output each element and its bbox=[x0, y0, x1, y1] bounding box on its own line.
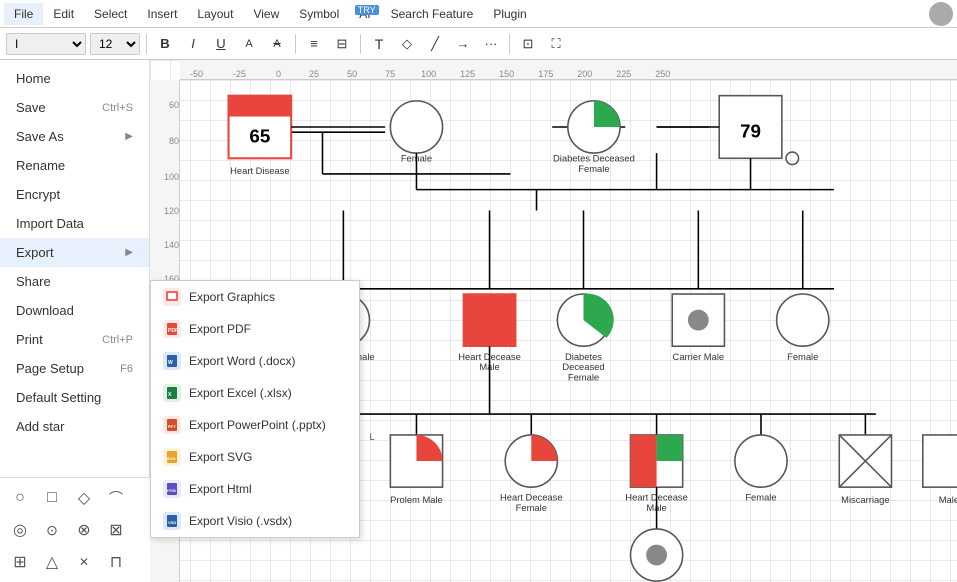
shape-x-square[interactable]: ⊠ bbox=[102, 516, 130, 544]
svg-text:Female: Female bbox=[578, 163, 609, 174]
svg-text:Deceased: Deceased bbox=[562, 361, 604, 372]
shape-double-arc[interactable]: ⊓ bbox=[102, 548, 130, 576]
font-family-select[interactable]: I bbox=[6, 33, 86, 55]
shape-arc[interactable]: ⌒ bbox=[102, 484, 130, 512]
menu-bar: File Edit Select Insert Layout View Symb… bbox=[0, 0, 957, 28]
underline-button[interactable]: U bbox=[209, 32, 233, 56]
svg-text:PDF: PDF bbox=[168, 328, 178, 334]
shape-circle[interactable]: ○ bbox=[6, 484, 34, 512]
export-visio-icon: VSD bbox=[163, 512, 181, 530]
fullscreen-button[interactable]: ⛶ bbox=[544, 32, 568, 56]
arrow-button[interactable]: → bbox=[451, 32, 475, 56]
shapes-panel: ○ □ ◇ ⌒ ◎ ⊙ ⊗ ⊠ ⊞ △ ✕ ⊓ bbox=[0, 477, 150, 582]
font-color-button[interactable]: A bbox=[237, 32, 261, 56]
toolbar: I 12 B I U A A ≡ ⊟ T ◇ ╱ → ··· ⊡ ⛶ bbox=[0, 28, 957, 60]
svg-text:Diabetes: Diabetes bbox=[565, 351, 602, 362]
file-menu-encrypt[interactable]: Encrypt bbox=[0, 180, 149, 209]
shape-diamond[interactable]: ◇ bbox=[70, 484, 98, 512]
export-word-item[interactable]: W Export Word (.docx) bbox=[151, 345, 359, 377]
menu-insert[interactable]: Insert bbox=[137, 3, 187, 25]
menu-layout[interactable]: Layout bbox=[187, 3, 243, 25]
svg-text:65: 65 bbox=[249, 126, 270, 147]
svg-text:Diabetes Deceased: Diabetes Deceased bbox=[553, 152, 635, 163]
more-button[interactable]: ··· bbox=[479, 32, 503, 56]
export-svg-item[interactable]: SVG Export SVG bbox=[151, 441, 359, 473]
export-html-item[interactable]: HTM Export Html bbox=[151, 473, 359, 505]
export-word-icon: W bbox=[163, 352, 181, 370]
export-pptx-icon: PPT bbox=[163, 416, 181, 434]
align-left-button[interactable]: ≡ bbox=[302, 32, 326, 56]
file-menu-save-as[interactable]: Save As ▶ bbox=[0, 122, 149, 151]
app-logo bbox=[929, 2, 953, 26]
file-menu-home[interactable]: Home bbox=[0, 64, 149, 93]
shape-triangle[interactable]: △ bbox=[38, 548, 66, 576]
svg-text:VSD: VSD bbox=[168, 520, 176, 525]
align-options-button[interactable]: ⊟ bbox=[330, 32, 354, 56]
export-submenu: Export Graphics PDF Export PDF W Export … bbox=[150, 280, 360, 538]
shape-x-triangle[interactable]: ✕ bbox=[70, 548, 98, 576]
strikethrough-button[interactable]: A bbox=[265, 32, 289, 56]
file-menu-save[interactable]: Save Ctrl+S bbox=[0, 93, 149, 122]
font-size-select[interactable]: 12 bbox=[90, 33, 140, 55]
export-visio-item[interactable]: VSD Export Visio (.vsdx) bbox=[151, 505, 359, 537]
svg-text:Female: Female bbox=[745, 492, 776, 503]
file-menu-rename[interactable]: Rename bbox=[0, 151, 149, 180]
export-pdf-item[interactable]: PDF Export PDF bbox=[151, 313, 359, 345]
menu-view[interactable]: View bbox=[243, 3, 289, 25]
svg-text:Heart Decease: Heart Decease bbox=[500, 492, 563, 503]
file-menu-page-setup[interactable]: Page Setup F6 bbox=[0, 354, 149, 383]
file-menu-export[interactable]: Export ▶ bbox=[0, 238, 149, 267]
svg-text:Female: Female bbox=[787, 351, 818, 362]
svg-text:L: L bbox=[369, 431, 374, 442]
italic-button[interactable]: I bbox=[181, 32, 205, 56]
svg-text:Carrier Male: Carrier Male bbox=[673, 351, 725, 362]
menu-plugin[interactable]: Plugin bbox=[483, 3, 536, 25]
menu-edit[interactable]: Edit bbox=[43, 3, 84, 25]
menu-file[interactable]: File bbox=[4, 3, 43, 25]
svg-text:HTM: HTM bbox=[167, 488, 176, 493]
page-view-button[interactable]: ⊡ bbox=[516, 32, 540, 56]
menu-search-feature[interactable]: Search Feature bbox=[381, 3, 484, 25]
line-button[interactable]: ╱ bbox=[423, 32, 447, 56]
shape-x-circle[interactable]: ⊗ bbox=[70, 516, 98, 544]
main-area: Home Save Ctrl+S Save As ▶ Rename Encryp… bbox=[0, 60, 957, 582]
export-graphics-item[interactable]: Export Graphics bbox=[151, 281, 359, 313]
bold-button[interactable]: B bbox=[153, 32, 177, 56]
file-menu-share[interactable]: Share bbox=[0, 267, 149, 296]
export-graphics-icon bbox=[163, 288, 181, 306]
svg-text:W: W bbox=[168, 360, 173, 366]
shape-button[interactable]: ◇ bbox=[395, 32, 419, 56]
svg-text:Heart Disease: Heart Disease bbox=[230, 165, 289, 176]
file-menu-download[interactable]: Download bbox=[0, 296, 149, 325]
shape-dashed-circle[interactable]: ⊙ bbox=[38, 516, 66, 544]
menu-symbol[interactable]: Symbol bbox=[289, 3, 349, 25]
export-html-icon: HTM bbox=[163, 480, 181, 498]
export-svg-icon: SVG bbox=[163, 448, 181, 466]
file-menu-default-setting[interactable]: Default Setting bbox=[0, 383, 149, 412]
svg-text:Female: Female bbox=[568, 372, 599, 383]
file-menu-add-star[interactable]: Add star bbox=[0, 412, 149, 441]
svg-text:Male: Male bbox=[939, 494, 957, 505]
export-pptx-item[interactable]: PPT Export PowerPoint (.pptx) bbox=[151, 409, 359, 441]
svg-text:79: 79 bbox=[740, 120, 761, 141]
file-menu-print[interactable]: Print Ctrl+P bbox=[0, 325, 149, 354]
svg-text:Prolem Male: Prolem Male bbox=[390, 494, 443, 505]
shape-square[interactable]: □ bbox=[38, 484, 66, 512]
svg-text:PPT: PPT bbox=[168, 424, 176, 429]
svg-text:SVG: SVG bbox=[167, 456, 175, 461]
ruler-horizontal: -50 -25 0 25 50 75 100 125 150 175 200 2… bbox=[180, 60, 957, 80]
shape-hash-square[interactable]: ⊞ bbox=[6, 548, 34, 576]
svg-text:Miscarriage: Miscarriage bbox=[841, 494, 889, 505]
menu-select[interactable]: Select bbox=[84, 3, 137, 25]
export-excel-icon: X bbox=[163, 384, 181, 402]
export-pdf-icon: PDF bbox=[163, 320, 181, 338]
export-excel-item[interactable]: X Export Excel (.xlsx) bbox=[151, 377, 359, 409]
file-menu-panel: Home Save Ctrl+S Save As ▶ Rename Encryp… bbox=[0, 60, 150, 582]
text-button[interactable]: T bbox=[367, 32, 391, 56]
menu-ai[interactable]: AITRY bbox=[349, 3, 380, 25]
file-menu-import-data[interactable]: Import Data bbox=[0, 209, 149, 238]
shape-circle-dot[interactable]: ◎ bbox=[6, 516, 34, 544]
svg-text:Female: Female bbox=[516, 502, 547, 513]
